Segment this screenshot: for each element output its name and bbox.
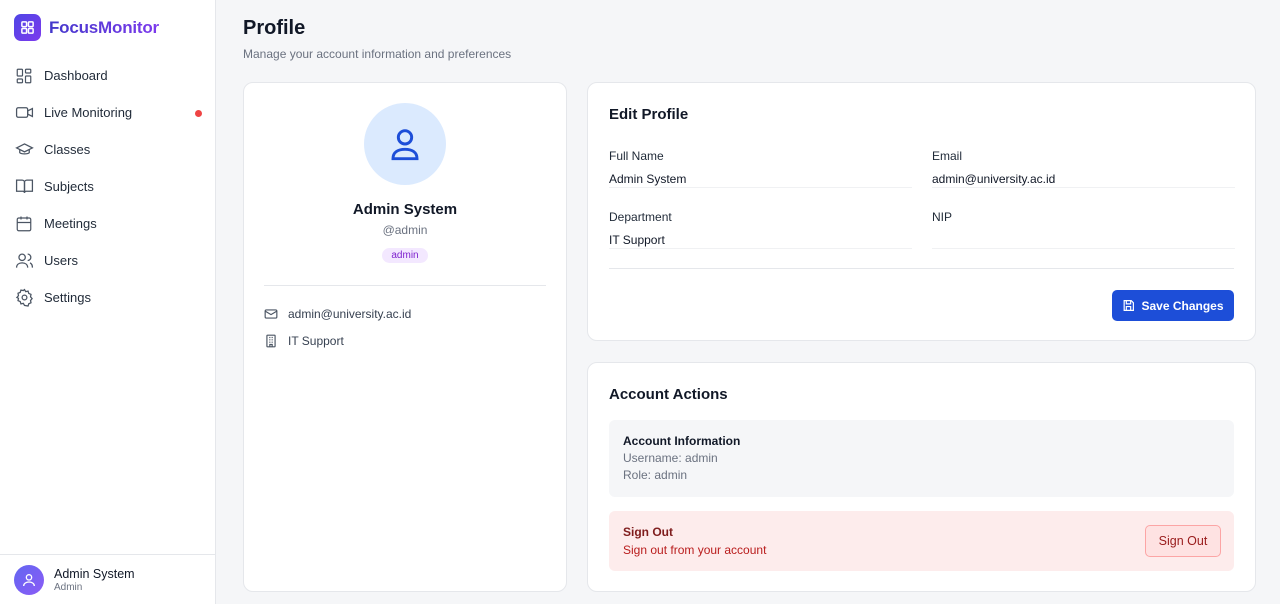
email-label: Email xyxy=(932,149,963,163)
profile-email: admin@university.ac.id xyxy=(288,307,412,321)
sidebar-item-label: Classes xyxy=(44,142,91,157)
signout-description: Sign out from your account xyxy=(623,543,767,557)
page-subtitle: Manage your account information and pref… xyxy=(243,47,512,61)
profile-department-row: IT Support xyxy=(264,334,344,348)
sidebar-item-meetings[interactable]: Meetings xyxy=(0,205,215,242)
account-actions-title: Account Actions xyxy=(609,386,728,403)
sidebar-nav: Dashboard Live Monitoring Classes Subjec… xyxy=(0,57,215,316)
sign-out-button[interactable]: Sign Out xyxy=(1145,525,1221,557)
nip-label: NIP xyxy=(932,210,953,224)
user-role: Admin xyxy=(54,581,83,593)
nip-input[interactable] xyxy=(932,231,1235,249)
sidebar-item-users[interactable]: Users xyxy=(0,242,215,279)
mail-icon xyxy=(264,309,278,319)
department-label: Department xyxy=(609,210,672,224)
department-input[interactable] xyxy=(609,231,912,249)
save-icon xyxy=(1124,300,1135,311)
user-name: Admin System xyxy=(54,566,135,581)
sidebar-item-label: Live Monitoring xyxy=(44,105,133,120)
email-field: Email xyxy=(932,149,1235,188)
profile-name: Admin System xyxy=(352,201,458,218)
signout-box: Sign Out Sign out from your account Sign… xyxy=(609,511,1234,571)
account-info-box: Account Information Username: admin Role… xyxy=(609,420,1234,497)
role-badge-wrap: admin xyxy=(244,245,566,263)
sidebar-item-classes[interactable]: Classes xyxy=(0,131,215,168)
app-logo-icon xyxy=(14,14,41,41)
profile-handle: @admin xyxy=(382,223,428,237)
full-name-field: Full Name xyxy=(609,149,912,188)
profile-avatar xyxy=(364,103,446,185)
sidebar: FocusMonitor Dashboard Live Monitoring C… xyxy=(0,0,216,604)
users-icon xyxy=(14,251,34,271)
email-input[interactable] xyxy=(932,170,1235,188)
user-icon xyxy=(391,129,419,161)
sidebar-item-settings[interactable]: Settings xyxy=(0,279,215,316)
divider xyxy=(609,268,1234,269)
app-name: FocusMonitor xyxy=(49,17,159,37)
divider xyxy=(264,285,546,286)
sidebar-item-dashboard[interactable]: Dashboard xyxy=(0,57,215,94)
user-meta: Admin System Admin xyxy=(54,567,135,593)
sidebar-item-subjects[interactable]: Subjects xyxy=(0,168,215,205)
nip-field: NIP xyxy=(932,210,1235,249)
profile-card: Admin System @admin admin admin@universi… xyxy=(243,82,567,592)
role-badge: admin xyxy=(382,248,428,263)
save-changes-button[interactable]: Save Changes xyxy=(1112,290,1234,321)
graduation-cap-icon xyxy=(14,140,34,160)
gear-icon xyxy=(14,288,34,308)
sidebar-item-live-monitoring[interactable]: Live Monitoring xyxy=(0,94,215,131)
account-username: Username: admin xyxy=(623,451,718,465)
sidebar-item-label: Meetings xyxy=(44,216,97,231)
full-name-input[interactable] xyxy=(609,170,912,188)
account-info-title: Account Information xyxy=(623,434,741,448)
live-indicator-dot xyxy=(195,110,202,117)
page-title: Profile xyxy=(243,17,306,39)
book-open-icon xyxy=(14,177,34,197)
calendar-icon xyxy=(14,214,34,234)
account-role: Role: admin xyxy=(623,468,688,482)
sidebar-item-label: Users xyxy=(44,253,78,268)
dashboard-grid-icon xyxy=(14,66,34,86)
building-icon xyxy=(266,334,276,348)
save-changes-label: Save Changes xyxy=(1141,298,1224,313)
edit-profile-title: Edit Profile xyxy=(609,106,689,123)
video-camera-icon xyxy=(14,103,34,123)
account-actions-card: Account Actions Account Information User… xyxy=(587,362,1256,592)
avatar xyxy=(14,564,44,595)
edit-profile-card: Edit Profile Full Name Email Department … xyxy=(587,82,1256,341)
sidebar-item-label: Subjects xyxy=(44,179,94,194)
signout-title: Sign Out xyxy=(623,525,673,539)
profile-department: IT Support xyxy=(288,334,344,348)
brand[interactable]: FocusMonitor xyxy=(14,14,159,41)
sidebar-item-label: Settings xyxy=(44,290,91,305)
department-field: Department xyxy=(609,210,912,249)
profile-email-row: admin@university.ac.id xyxy=(264,307,411,321)
sidebar-user[interactable]: Admin System Admin xyxy=(0,554,215,604)
full-name-label: Full Name xyxy=(609,149,664,163)
sidebar-item-label: Dashboard xyxy=(44,68,108,83)
